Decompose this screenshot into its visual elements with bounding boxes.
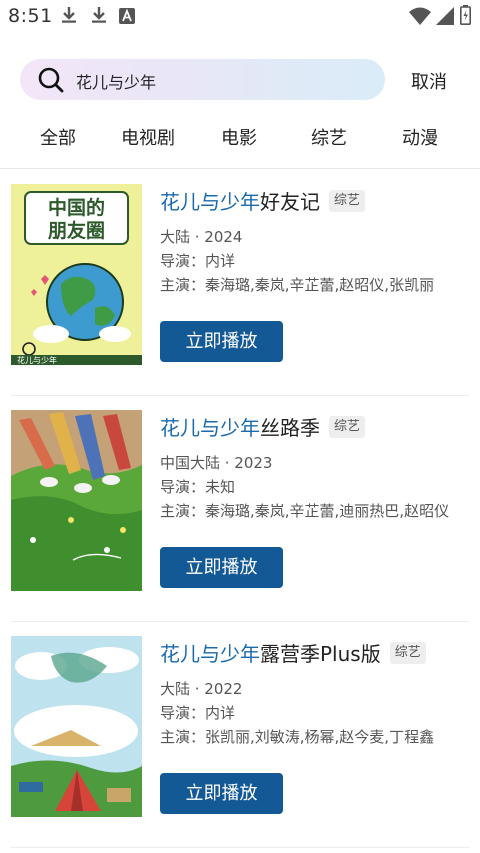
result-item[interactable]: 花儿与少年 露营季Plus版 综艺 大陆 · 2022 导演：内详 主演：张凯丽,刘… (0, 621, 480, 847)
divider (11, 847, 469, 848)
play-now-button[interactable]: 立即播放 (160, 321, 283, 362)
title-rest: 露营季Plus版 (260, 642, 381, 666)
cast: 主演：秦海璐,秦岚,辛芷蕾,赵昭仪,张凯丽 (160, 276, 435, 294)
result-title[interactable]: 花儿与少年 露营季Plus版 综艺 (160, 638, 426, 667)
download-icon (60, 6, 78, 24)
wifi-icon (409, 7, 431, 25)
director: 导演：未知 (160, 478, 236, 496)
svg-text:中国的: 中国的 (48, 196, 105, 219)
battery-icon (460, 5, 471, 25)
status-bar: 8:51 (0, 0, 480, 32)
region-year: 中国大陆 · 2023 (160, 454, 273, 472)
genre-badge: 综艺 (329, 189, 366, 212)
director: 导演：内详 (160, 704, 236, 722)
search-query: 花儿与少年 (76, 73, 157, 92)
region-year: 大陆 · 2022 (160, 680, 243, 698)
category-tabs: 全部 电视剧 电影 综艺 动漫 (0, 124, 480, 154)
genre-badge: 综艺 (389, 641, 426, 664)
cast: 主演：张凯丽,刘敏涛,杨幂,赵今麦,丁程鑫 (160, 728, 435, 746)
title-highlight: 花儿与少年 (160, 190, 260, 214)
play-now-button[interactable]: 立即播放 (160, 773, 283, 814)
title-rest: 丝路季 (260, 416, 320, 440)
result-title[interactable]: 花儿与少年 丝路季 综艺 (160, 412, 366, 441)
signal-icon (436, 7, 454, 25)
tab-tv-series[interactable]: 电视剧 (121, 124, 175, 150)
play-now-button[interactable]: 立即播放 (160, 547, 283, 588)
search-input[interactable]: 花儿与少年 (20, 59, 385, 100)
director: 导演：内详 (160, 252, 236, 270)
svg-text:花儿与少年: 花儿与少年 (17, 355, 57, 365)
genre-badge: 综艺 (329, 415, 366, 438)
cast: 主演：秦海璐,秦岚,辛芷蕾,迪丽热巴,赵昭仪 (160, 502, 450, 520)
tab-all[interactable]: 全部 (40, 124, 76, 150)
poster-image[interactable] (11, 410, 142, 591)
title-rest: 好友记 (260, 190, 320, 214)
tab-movies[interactable]: 电影 (221, 124, 257, 150)
svg-text:朋友圈: 朋友圈 (48, 219, 105, 242)
tab-variety[interactable]: 综艺 (311, 124, 347, 150)
title-highlight: 花儿与少年 (160, 416, 260, 440)
cancel-button[interactable]: 取消 (404, 68, 454, 94)
poster-image[interactable]: 中国的 朋友圈 花儿与少年 (11, 184, 142, 365)
poster-image[interactable] (11, 636, 142, 817)
app-a-icon (119, 8, 135, 24)
status-time: 8:51 (8, 5, 53, 27)
tab-anime[interactable]: 动漫 (402, 124, 438, 150)
title-highlight: 花儿与少年 (160, 642, 260, 666)
result-item[interactable]: 中国的 朋友圈 花儿与少年 花儿与少年 好友记 综艺 大陆 · 2024 导演：内详… (0, 169, 480, 395)
result-item[interactable]: 花儿与少年 丝路季 综艺 中国大陆 · 2023 导演：未知 主演：秦海璐,秦岚,辛… (0, 395, 480, 621)
result-title[interactable]: 花儿与少年 好友记 综艺 (160, 186, 366, 215)
download-icon (90, 6, 108, 24)
search-icon (37, 66, 65, 94)
region-year: 大陆 · 2024 (160, 228, 243, 246)
